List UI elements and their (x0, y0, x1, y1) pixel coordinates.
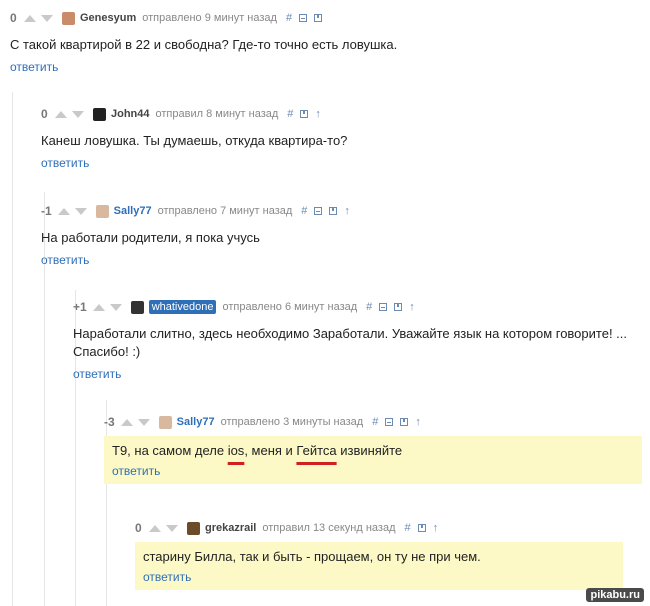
comment-text: Канеш ловушка. Ты думаешь, откуда кварти… (41, 133, 348, 148)
parent-up-icon[interactable]: ↑ (409, 301, 415, 313)
comment-header: +1 whativedone отправлено 6 минут назад … (73, 299, 633, 315)
comment: -1 Sally77 отправлено 7 минут назад # ↑ … (41, 203, 631, 267)
avatar[interactable] (93, 107, 106, 121)
comment: +1 whativedone отправлено 6 минут назад … (73, 299, 633, 381)
text-part: извиняйте (336, 443, 403, 458)
permalink-icon[interactable]: # (366, 301, 372, 313)
upvote-icon[interactable] (120, 418, 133, 426)
save-icon[interactable] (417, 524, 426, 532)
downvote-icon[interactable] (166, 524, 178, 532)
upvote-icon[interactable] (24, 14, 36, 22)
avatar[interactable] (62, 11, 75, 25)
downvote-icon[interactable] (72, 110, 84, 118)
comment-time: отправлено 9 минут назад (142, 12, 277, 24)
save-icon[interactable] (300, 110, 309, 118)
permalink-icon[interactable]: # (301, 205, 307, 217)
comment-rating: 0 (10, 11, 17, 25)
save-icon[interactable] (314, 14, 323, 22)
save-icon[interactable] (394, 303, 403, 311)
underlined-word: ios (227, 443, 245, 458)
parent-up-icon[interactable]: ↑ (315, 108, 321, 120)
avatar[interactable] (158, 415, 172, 429)
comment-rating: +1 (73, 300, 87, 314)
parent-up-icon[interactable]: ↑ (415, 416, 421, 428)
downvote-icon[interactable] (109, 303, 122, 311)
comment: 0 John44 отправил 8 минут назад # ↑ Кане… (41, 106, 631, 170)
comment-text: старину Билла, так и быть - прощаем, он … (143, 549, 481, 564)
comment-time: отправлено 7 минут назад (157, 205, 293, 217)
upvote-icon[interactable] (57, 207, 70, 215)
parent-up-icon[interactable]: ↑ (433, 522, 439, 534)
comment-rating: -3 (104, 415, 115, 429)
parent-up-icon[interactable]: ↑ (344, 205, 350, 217)
comment: 0 Genesyum отправлено 9 минут назад # С … (10, 10, 630, 74)
comment-header: 0 John44 отправил 8 минут назад # ↑ (41, 106, 631, 122)
permalink-icon[interactable]: # (286, 12, 292, 24)
reply-link[interactable]: ответить (41, 156, 631, 170)
collapse-icon[interactable] (385, 418, 394, 426)
comment: 0 grekazrail отправил 13 секунд назад # … (135, 520, 625, 590)
author-name[interactable]: whativedone (148, 300, 217, 314)
author-name[interactable]: Sally77 (114, 205, 152, 217)
comment-highlight: Т9, на самом деле ios, меня и Гейтса изв… (104, 436, 642, 484)
avatar[interactable] (95, 204, 109, 218)
reply-link[interactable]: ответить (41, 253, 631, 267)
comment: -3 Sally77 отправлено 3 минуты назад # ↑… (104, 414, 642, 484)
upvote-icon[interactable] (149, 524, 161, 532)
comment-header: 0 grekazrail отправил 13 секунд назад # … (135, 520, 625, 536)
collapse-icon[interactable] (299, 14, 308, 22)
avatar[interactable] (130, 300, 144, 314)
comment-header: -1 Sally77 отправлено 7 минут назад # ↑ (41, 203, 631, 219)
permalink-icon[interactable]: # (405, 522, 411, 534)
comment-text: На работали родители, я пока учусь (41, 230, 260, 245)
permalink-icon[interactable]: # (287, 108, 293, 120)
downvote-icon[interactable] (137, 418, 150, 426)
comment-header: -3 Sally77 отправлено 3 минуты назад # ↑ (104, 414, 642, 430)
comment-header: 0 Genesyum отправлено 9 минут назад # (10, 10, 630, 26)
save-icon[interactable] (329, 207, 338, 215)
reply-link[interactable]: ответить (143, 570, 615, 584)
thread-line (12, 92, 13, 606)
collapse-icon[interactable] (379, 303, 388, 311)
comment-time: отправлено 3 минуты назад (220, 416, 364, 428)
comment-rating: -1 (41, 204, 52, 218)
text-part: , меня и (244, 443, 297, 458)
permalink-icon[interactable]: # (372, 416, 378, 428)
comment-text: Наработали слитно, здесь необходимо Зара… (73, 326, 628, 359)
author-name[interactable]: John44 (111, 108, 150, 120)
downvote-icon[interactable] (41, 14, 53, 22)
reply-link[interactable]: ответить (73, 367, 633, 381)
comment-time: отправил 8 минут назад (155, 108, 279, 120)
upvote-icon[interactable] (55, 110, 67, 118)
comment-time: отправил 13 секунд назад (262, 522, 396, 534)
comment-rating: 0 (41, 107, 48, 121)
reply-link[interactable]: ответить (112, 464, 634, 478)
underlined-word: Гейтса (296, 443, 337, 458)
author-name[interactable]: Genesyum (80, 12, 136, 24)
downvote-icon[interactable] (74, 207, 87, 215)
watermark: pikabu.ru (586, 588, 644, 602)
save-icon[interactable] (400, 418, 409, 426)
upvote-icon[interactable] (92, 303, 105, 311)
author-name[interactable]: Sally77 (177, 416, 215, 428)
collapse-icon[interactable] (314, 207, 323, 215)
comment-rating: 0 (135, 521, 142, 535)
avatar[interactable] (187, 521, 200, 535)
text-part: Т9, на самом деле (112, 443, 228, 458)
comment-highlight: старину Билла, так и быть - прощаем, он … (135, 542, 623, 590)
reply-link[interactable]: ответить (10, 60, 630, 74)
comment-time: отправлено 6 минут назад (222, 301, 358, 313)
author-name[interactable]: grekazrail (205, 522, 256, 534)
comment-text: Т9, на самом деле ios, меня и Гейтса изв… (112, 442, 634, 460)
comment-text: С такой квартирой в 22 и свободна? Где-т… (10, 37, 398, 52)
